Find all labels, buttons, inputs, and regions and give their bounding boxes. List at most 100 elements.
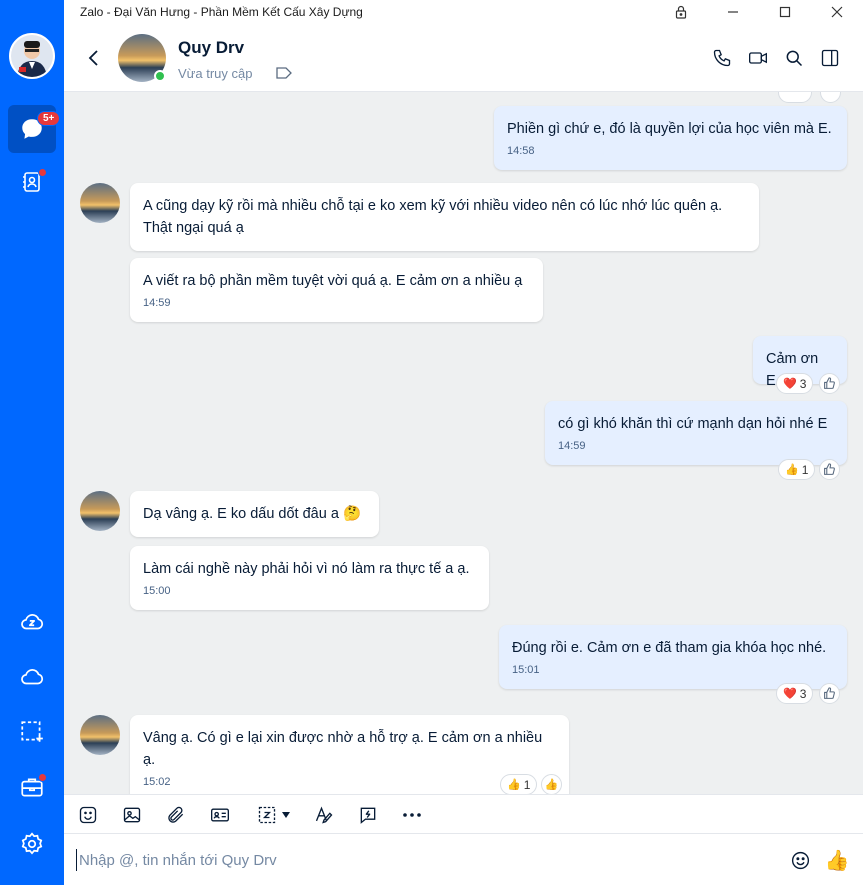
- message-input[interactable]: [76, 849, 766, 871]
- reaction-count: 3: [799, 376, 807, 391]
- message-time: 15:02: [143, 776, 171, 788]
- like-button[interactable]: 👍: [541, 774, 562, 794]
- reaction-count: 1: [801, 462, 809, 477]
- video-call-button[interactable]: [746, 46, 770, 70]
- like-button[interactable]: [819, 373, 840, 394]
- thumbs-up-icon: 👍: [544, 779, 559, 791]
- image-button[interactable]: [120, 804, 144, 826]
- quick-message-button[interactable]: [356, 804, 380, 826]
- zcloud-icon: [21, 614, 44, 630]
- thumbs-up-icon: [824, 377, 835, 389]
- message-text: Vâng ạ. Có gì e lại xin được nhờ a hỗ tr…: [143, 730, 543, 768]
- composer-toolbar: [64, 794, 863, 834]
- nav-zcloud[interactable]: [8, 598, 56, 646]
- reaction-chip[interactable]: ❤️ 3: [776, 683, 814, 704]
- contact-card-icon: [211, 808, 229, 822]
- message-text: Phiền gì chứ e, đó là quyền lợi của học …: [507, 121, 832, 137]
- more-icon: [403, 813, 421, 817]
- tag-button[interactable]: [275, 66, 293, 80]
- contact-card-button[interactable]: [208, 804, 232, 826]
- search-icon: [786, 50, 803, 67]
- user-avatar[interactable]: [9, 33, 55, 79]
- screenshot-icon: [21, 721, 43, 742]
- message-time: 15:00: [143, 585, 171, 597]
- message-bubble[interactable]: Làm cái nghề này phải hỏi vì nó làm ra t…: [130, 546, 489, 610]
- message-bubble[interactable]: Phiền gì chứ e, đó là quyền lợi của học …: [494, 106, 847, 170]
- contact-name[interactable]: Quy Drv: [178, 38, 244, 58]
- message-bubble[interactable]: có gì khó khăn thì cứ mạnh dạn hỏi nhé E…: [545, 401, 847, 465]
- online-indicator: [154, 70, 166, 82]
- reaction-chip[interactable]: 👍 1: [778, 459, 816, 480]
- message-bubble[interactable]: Đúng rồi e. Cảm ơn e đã tham gia khóa họ…: [499, 625, 847, 689]
- message-text: Làm cái nghề này phải hỏi vì nó làm ra t…: [143, 561, 470, 577]
- chat-header: Quy Drv Vừa truy cập: [64, 24, 863, 92]
- sidebar: 5+: [0, 0, 64, 885]
- nav-screenshot[interactable]: [8, 708, 56, 756]
- title-bar: Zalo - Đại Văn Hưng - Phần Mềm Kết Cấu X…: [64, 0, 863, 24]
- reaction-chip[interactable]: ❤️ 3: [776, 373, 814, 394]
- caret-down-icon: [282, 812, 290, 818]
- toggle-panel-button[interactable]: [818, 46, 842, 70]
- more-options-button[interactable]: [400, 804, 424, 826]
- contact-status: Vừa truy cập: [178, 66, 253, 81]
- nav-settings[interactable]: [8, 820, 56, 868]
- minimize-button[interactable]: [707, 0, 759, 24]
- cloud-icon: [21, 669, 44, 685]
- contact-avatar-small[interactable]: [80, 715, 120, 755]
- nav-messages[interactable]: 5+: [8, 105, 61, 153]
- nav-cloud[interactable]: [8, 653, 56, 701]
- lock-icon: [675, 5, 687, 19]
- gear-icon: [21, 832, 43, 855]
- window-title: Zalo - Đại Văn Hưng - Phần Mềm Kết Cấu X…: [80, 5, 363, 19]
- heart-icon: ❤️: [783, 378, 797, 390]
- message-list[interactable]: Phiền gì chứ e, đó là quyền lợi của học …: [64, 92, 863, 794]
- like-button[interactable]: [819, 683, 840, 704]
- text-format-icon: [315, 806, 333, 824]
- message-bubble[interactable]: A viết ra bộ phần mềm tuyệt vời quá ạ. E…: [130, 258, 543, 322]
- reaction-count: 1: [523, 777, 531, 792]
- composer: 👍: [64, 835, 863, 885]
- message-bubble[interactable]: A cũng dạy kỹ rồi mà nhiều chỗ tại e ko …: [130, 183, 759, 251]
- message-time: 15:01: [512, 664, 540, 676]
- contact-avatar-small[interactable]: [80, 183, 120, 223]
- reaction-chip[interactable]: 👍 1: [500, 774, 538, 794]
- nav-contacts[interactable]: [8, 158, 56, 206]
- nav-tools[interactable]: [8, 763, 56, 811]
- phone-icon: [713, 49, 731, 67]
- message-time: 14:58: [507, 145, 535, 157]
- screenshot-z-icon: [258, 806, 276, 824]
- maximize-button[interactable]: [759, 0, 811, 24]
- emoji-button[interactable]: [788, 848, 812, 872]
- thumbs-up-reaction-icon: 👍: [785, 464, 799, 476]
- message-badge: 5+: [37, 111, 61, 126]
- call-button[interactable]: [710, 46, 734, 70]
- sticker-button[interactable]: [76, 804, 100, 826]
- like-button[interactable]: [819, 459, 840, 480]
- video-icon: [749, 52, 767, 64]
- message-text: Dạ vâng ạ. E ko dấu dốt đâu a: [143, 506, 339, 522]
- message-text: Đúng rồi e. Cảm ơn e đã tham gia khóa họ…: [512, 640, 827, 656]
- sticker-icon: [79, 806, 97, 824]
- reaction-chip-cutoff[interactable]: [778, 92, 812, 103]
- quick-like-button[interactable]: 👍: [824, 847, 850, 873]
- paperclip-icon: [168, 806, 184, 823]
- format-button[interactable]: [312, 804, 336, 826]
- screenshot-button[interactable]: [252, 804, 296, 826]
- chevron-left-icon: [88, 50, 98, 66]
- close-button[interactable]: [811, 0, 863, 24]
- back-button[interactable]: [82, 46, 106, 70]
- attach-button[interactable]: [164, 804, 188, 826]
- message-bubble[interactable]: Dạ vâng ạ. E ko dấu dốt đâu a 🤔: [130, 491, 379, 537]
- pin-button[interactable]: [655, 0, 707, 24]
- image-icon: [123, 807, 141, 823]
- tools-dot: [38, 773, 47, 782]
- thumbs-up-reaction-icon: 👍: [507, 779, 521, 791]
- like-button-cutoff[interactable]: [820, 92, 841, 103]
- contact-avatar-small[interactable]: [80, 491, 120, 531]
- sidebar-panel-icon: [821, 49, 839, 67]
- search-button[interactable]: [782, 46, 806, 70]
- reaction-count: 3: [799, 686, 807, 701]
- message-text: có gì khó khăn thì cứ mạnh dạn hỏi nhé E: [558, 416, 828, 432]
- lightning-chat-icon: [360, 807, 376, 824]
- message-text: A viết ra bộ phần mềm tuyệt vời quá ạ. E…: [143, 273, 523, 289]
